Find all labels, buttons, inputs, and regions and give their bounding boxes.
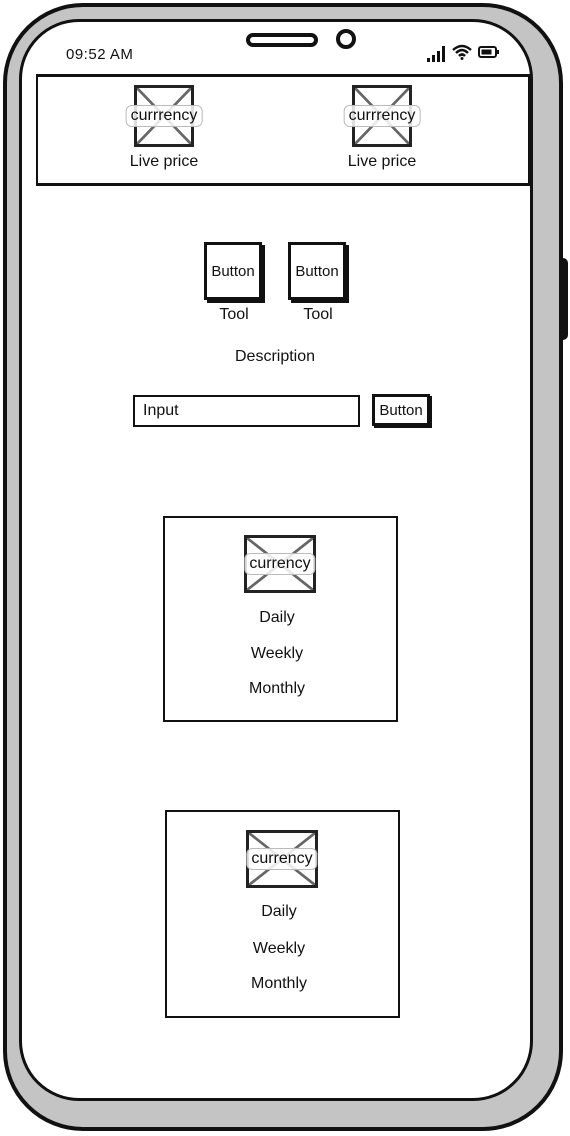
live-price-header — [36, 74, 530, 186]
tool-button-1[interactable]: Button — [204, 242, 262, 300]
currency-image-label: currrency — [343, 105, 421, 127]
tool-button-2[interactable]: Button — [288, 242, 346, 300]
period-weekly[interactable]: Weekly — [251, 645, 303, 663]
status-time: 09:52 AM — [66, 46, 134, 63]
phone-side-button — [560, 258, 568, 340]
battery-icon — [478, 46, 499, 58]
period-monthly[interactable]: Monthly — [249, 680, 305, 698]
camera-icon — [336, 29, 356, 49]
live-price-label: Live price — [129, 153, 199, 170]
live-price-label: Live price — [347, 153, 417, 170]
text-input[interactable]: Input — [133, 395, 360, 427]
period-weekly[interactable]: Weekly — [253, 940, 305, 958]
signal-icon — [427, 46, 445, 62]
speaker-notch — [246, 33, 318, 47]
wifi-icon — [452, 44, 472, 60]
submit-button[interactable]: Button — [372, 394, 430, 426]
period-daily[interactable]: Daily — [259, 609, 295, 627]
currency-image-label: currency — [244, 553, 316, 575]
currency-image-label: currrency — [125, 105, 203, 127]
tool-label-2: Tool — [303, 306, 333, 323]
period-monthly[interactable]: Monthly — [251, 975, 307, 993]
period-daily[interactable]: Daily — [261, 903, 297, 921]
tool-label-1: Tool — [219, 306, 249, 323]
currency-image-label: currency — [246, 848, 318, 870]
description-text: Description — [234, 348, 316, 365]
